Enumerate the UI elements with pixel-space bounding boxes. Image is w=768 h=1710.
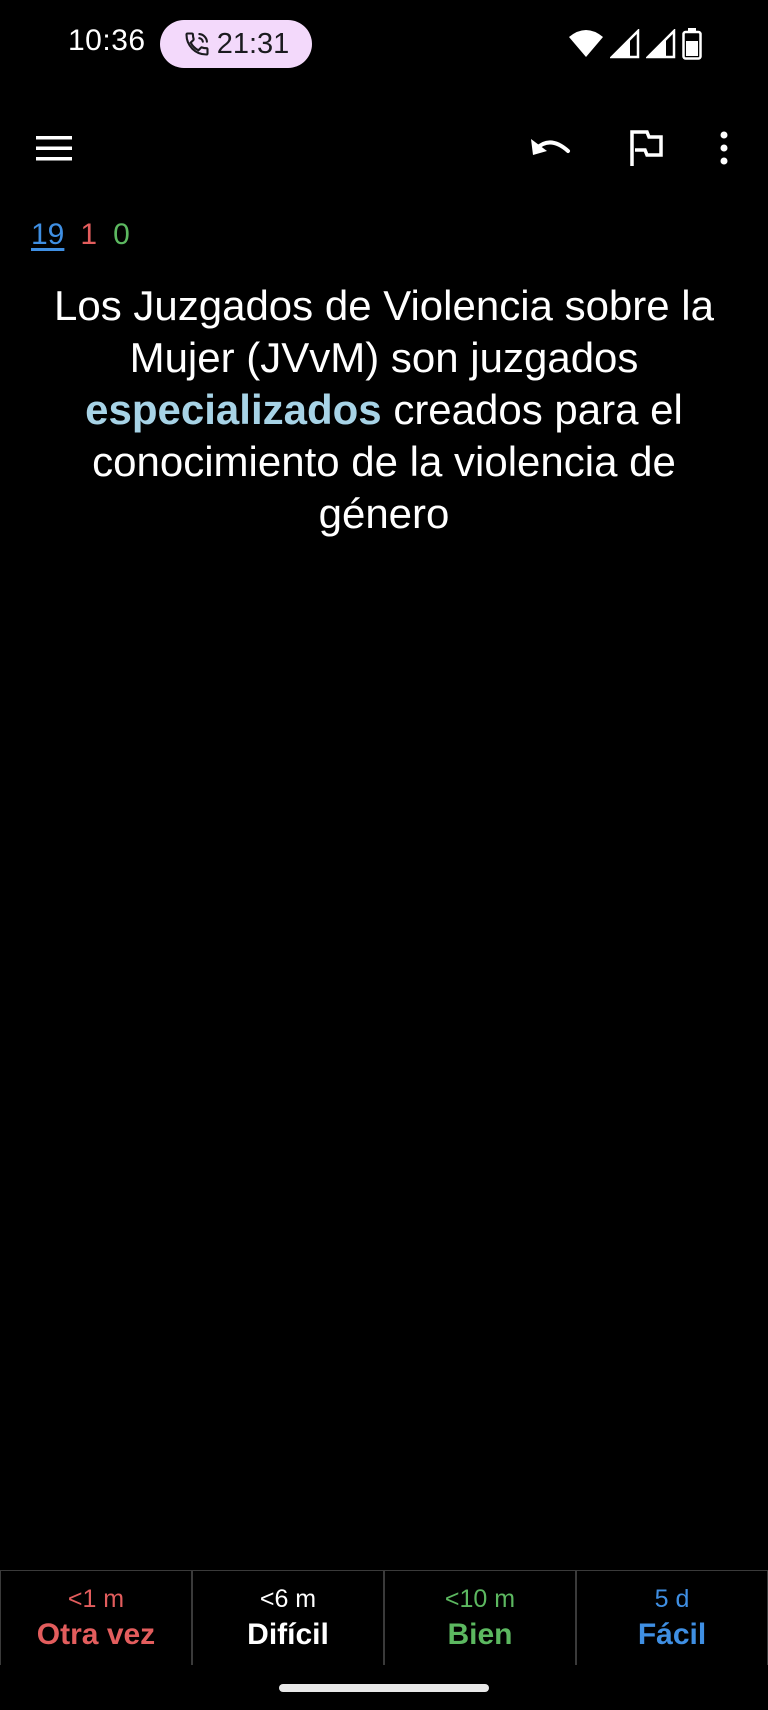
review-count: 0: [113, 218, 130, 251]
answer-buttons: <1 m Otra vez <6 m Difícil <10 m Bien 5 …: [0, 1570, 768, 1665]
again-interval: <1 m: [67, 1584, 125, 1613]
home-indicator[interactable]: [279, 1684, 489, 1692]
undo-icon: [531, 139, 570, 155]
hard-label: Difícil: [247, 1617, 329, 1651]
menu-button[interactable]: [24, 118, 84, 178]
status-bar: 10:36 21:31: [0, 0, 768, 88]
signal-icon: [646, 29, 676, 59]
learning-count: 1: [80, 218, 98, 251]
status-time: 10:36: [68, 24, 146, 57]
toolbar: [0, 110, 768, 186]
ongoing-call-chip[interactable]: 21:31: [160, 20, 312, 68]
good-interval: <10 m: [444, 1584, 516, 1613]
flag-button[interactable]: [616, 118, 676, 178]
more-vert-icon: [720, 131, 728, 165]
easy-interval: 5 d: [654, 1584, 690, 1613]
status-icons: [568, 28, 702, 60]
flag-icon: [630, 130, 663, 166]
card-counts: 19 1 0: [31, 218, 130, 252]
call-timer: 21:31: [216, 27, 290, 60]
easy-button[interactable]: 5 d Fácil: [576, 1571, 768, 1665]
hard-interval: <6 m: [259, 1584, 317, 1613]
phone-call-icon: [185, 32, 209, 56]
undo-button[interactable]: [520, 118, 580, 178]
menu-icon: [36, 136, 72, 161]
card-highlight: especializados: [85, 386, 382, 433]
good-label: Bien: [447, 1617, 513, 1651]
again-button[interactable]: <1 m Otra vez: [0, 1571, 192, 1665]
card-question[interactable]: Los Juzgados de Violencia sobre la Mujer…: [24, 280, 744, 540]
easy-label: Fácil: [637, 1617, 707, 1651]
wifi-icon: [569, 30, 603, 57]
signal-icon: [610, 29, 640, 59]
hard-button[interactable]: <6 m Difícil: [192, 1571, 384, 1665]
battery-icon: [682, 28, 702, 60]
again-label: Otra vez: [36, 1617, 156, 1651]
good-button[interactable]: <10 m Bien: [384, 1571, 576, 1665]
new-count: 19: [31, 218, 65, 251]
more-options-button[interactable]: [694, 118, 754, 178]
card-text-before: Los Juzgados de Violencia sobre la Mujer…: [53, 282, 714, 381]
